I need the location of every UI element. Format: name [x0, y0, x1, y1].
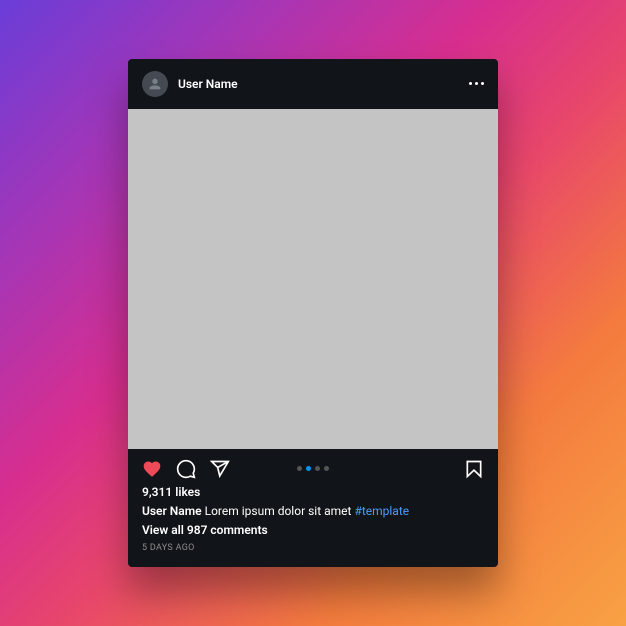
- carousel-dot: [297, 466, 302, 471]
- caption-hashtag[interactable]: #template: [354, 504, 409, 518]
- actions-right: [464, 459, 484, 479]
- post-media[interactable]: [128, 109, 498, 449]
- carousel-indicator: [297, 466, 329, 471]
- caption-text: Lorem ipsum dolor sit amet: [205, 504, 352, 518]
- actions-left: [142, 459, 230, 479]
- avatar-placeholder-icon: [147, 76, 163, 92]
- avatar[interactable]: [142, 71, 168, 97]
- view-comments-link[interactable]: View all 987 comments: [142, 523, 484, 537]
- like-icon[interactable]: [142, 459, 162, 479]
- carousel-dot: [315, 466, 320, 471]
- post-meta: 9,311 likes User Name Lorem ipsum dolor …: [128, 485, 498, 568]
- post-header: User Name: [128, 59, 498, 109]
- username[interactable]: User Name: [178, 77, 469, 91]
- share-icon[interactable]: [210, 459, 230, 479]
- carousel-dot: [324, 466, 329, 471]
- caption-username[interactable]: User Name: [142, 504, 202, 518]
- more-options-icon[interactable]: [469, 82, 484, 85]
- carousel-dot-active: [306, 466, 311, 471]
- bookmark-icon[interactable]: [464, 459, 484, 479]
- timestamp: 5 DAYS AGO: [142, 543, 484, 553]
- post-card: User Name 9: [128, 59, 498, 568]
- comment-icon[interactable]: [176, 459, 196, 479]
- caption: User Name Lorem ipsum dolor sit amet #te…: [142, 503, 484, 520]
- post-actions: [128, 449, 498, 485]
- likes-count[interactable]: 9,311 likes: [142, 485, 484, 499]
